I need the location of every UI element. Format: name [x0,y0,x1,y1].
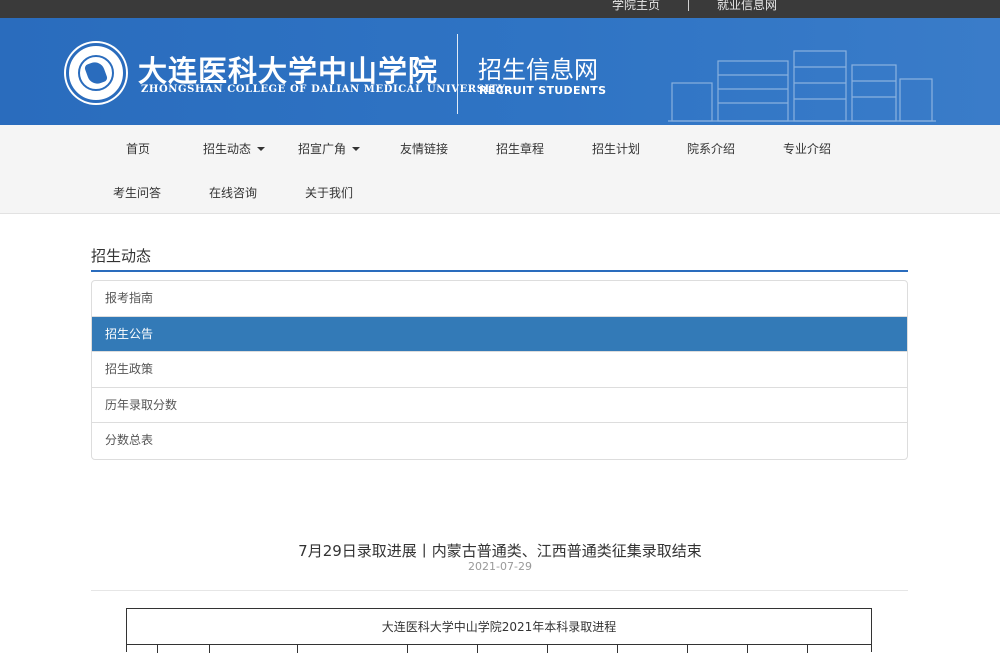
nav-promotion[interactable]: 招宣广角 [298,140,361,157]
caret-down-icon [257,146,266,151]
nav-label: 招生章程 [496,142,545,156]
nav-home[interactable]: 首页 [126,140,150,157]
nav-label: 招生动态 [203,142,252,156]
nav-online-consult[interactable]: 在线咨询 [209,184,257,201]
college-name-en: ZHONGSHAN COLLEGE OF DALIAN MEDICAL UNIV… [141,84,506,95]
nav-label: 院系介绍 [687,142,736,156]
college-logo-icon[interactable] [66,43,126,103]
site-title-en: RECRUIT STUDENTS [479,84,607,97]
top-link-divider [688,0,690,11]
nav-friend-links[interactable]: 友情链接 [400,140,448,157]
article-title: 7月29日录取进展丨内蒙古普通类、江西普通类征集录取结束 [298,542,702,560]
table-caption: 大连医科大学中山学院2021年本科录取进程 [127,609,871,645]
nav-admission-rules[interactable]: 招生章程 [496,140,544,157]
header-banner: 大连医科大学中山学院 ZHONGSHAN COLLEGE OF DALIAN M… [0,18,1000,125]
nav-about-us[interactable]: 关于我们 [305,184,353,201]
list-item-guide[interactable]: 报考指南 [92,281,907,317]
article-date: 2021-07-29 [468,560,532,573]
site-title-cn: 招生信息网 [478,56,598,84]
nav-label: 首页 [126,142,151,156]
progress-table: 大连医科大学中山学院2021年本科录取进程 [126,608,872,653]
nav-label: 招宣广角 [298,142,347,156]
list-item-policy[interactable]: 招生政策 [92,352,907,388]
top-bar: 学院主页 就业信息网 [0,0,1000,18]
header-divider [457,34,458,114]
nav-faq[interactable]: 考生问答 [113,184,161,201]
campus-building-icon [668,50,936,122]
section-divider [91,270,908,272]
list-item-announcement[interactable]: 招生公告 [92,316,907,352]
top-links: 学院主页 就业信息网 [612,0,777,13]
main-nav: 首页 招生动态 招宣广角 友情链接 招生章程 招生计划 院系介绍 专业介绍 考生… [0,125,1000,214]
link-employment[interactable]: 就业信息网 [717,0,777,13]
link-college-home[interactable]: 学院主页 [612,0,660,13]
nav-departments[interactable]: 院系介绍 [687,140,735,157]
nav-majors[interactable]: 专业介绍 [783,140,831,157]
article-divider [91,590,908,591]
category-list: 报考指南 招生公告 招生政策 历年录取分数 分数总表 [91,280,908,460]
nav-label: 考生问答 [113,186,162,200]
nav-label: 在线咨询 [209,186,258,200]
nav-label: 专业介绍 [783,142,832,156]
list-item-score-table[interactable]: 分数总表 [92,423,907,459]
nav-admission-plan[interactable]: 招生计划 [592,140,640,157]
list-item-past-scores[interactable]: 历年录取分数 [92,388,907,423]
nav-label: 招生计划 [592,142,641,156]
nav-label: 友情链接 [400,142,449,156]
section-title: 招生动态 [91,247,152,265]
nav-admission-news[interactable]: 招生动态 [203,140,266,157]
caret-down-icon [352,146,361,151]
nav-label: 关于我们 [305,186,354,200]
